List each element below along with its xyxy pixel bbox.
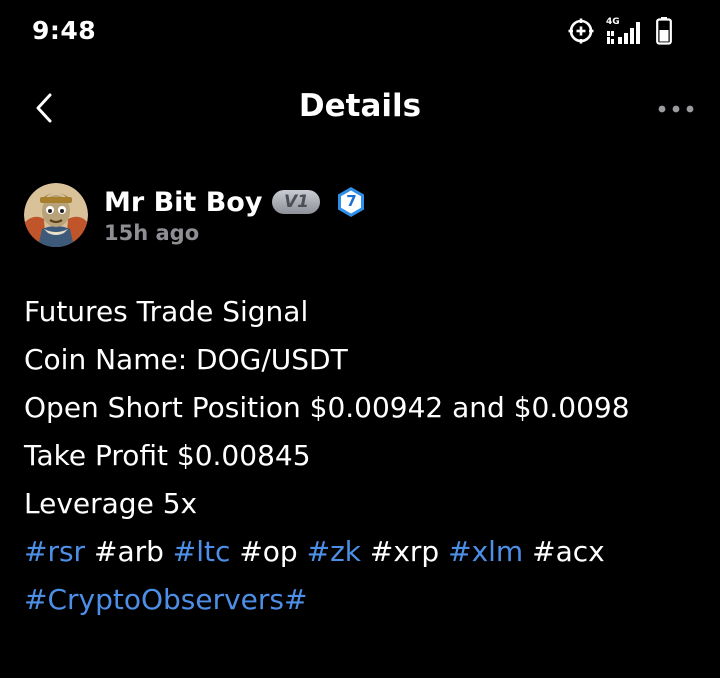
post-line: Take Profit $0.00845: [24, 439, 311, 472]
location-target-icon: [568, 18, 594, 49]
level-badge: 7: [336, 186, 366, 218]
post-body: Futures Trade Signal Coin Name: DOG/USDT…: [24, 288, 704, 624]
status-icons: 4G: [568, 16, 672, 50]
cellular-signal-icon: 4G: [606, 17, 644, 47]
level-number: 7: [346, 192, 357, 210]
vip-badge: V1: [272, 190, 321, 214]
hashtag-xlm[interactable]: #xlm: [448, 535, 523, 568]
hashtag-xrp[interactable]: #xrp: [370, 535, 439, 568]
hashtag-line: #CryptoObservers#: [24, 576, 704, 624]
avatar[interactable]: [24, 183, 88, 247]
hashtag-ltc[interactable]: #ltc: [173, 535, 231, 568]
nav-bar: Details: [0, 70, 720, 146]
hashtag-arb[interactable]: #arb: [94, 535, 164, 568]
more-dots-icon: [658, 101, 694, 119]
status-time: 9:48: [32, 16, 97, 45]
post-line: Futures Trade Signal: [24, 295, 309, 328]
post-time: 15h ago: [104, 221, 200, 245]
post-line: Leverage 5x: [24, 487, 198, 520]
hashtag-line: #rsr #arb #ltc #op #zk #xrp #xlm #acx: [24, 528, 704, 576]
post-line: Open Short Position $0.00942 and $0.0098: [24, 391, 630, 424]
hashtag-rsr[interactable]: #rsr: [24, 535, 85, 568]
hashtag-acx[interactable]: #acx: [532, 535, 605, 568]
author-name[interactable]: Mr Bit Boy: [104, 187, 262, 218]
post-line: Coin Name: DOG/USDT: [24, 343, 348, 376]
hashtag-zk[interactable]: #zk: [307, 535, 361, 568]
hashtag-crypto-observers[interactable]: #CryptoObservers#: [24, 583, 307, 616]
page-title: Details: [298, 88, 422, 124]
author-name-row: Mr Bit Boy V1 7: [104, 185, 366, 219]
battery-icon: [656, 16, 672, 50]
hashtag-op[interactable]: #op: [239, 535, 297, 568]
status-bar: 9:48 4G: [0, 0, 720, 66]
more-options-button[interactable]: [654, 92, 698, 128]
author-header: Mr Bit Boy V1 7 15h ago: [24, 183, 696, 253]
